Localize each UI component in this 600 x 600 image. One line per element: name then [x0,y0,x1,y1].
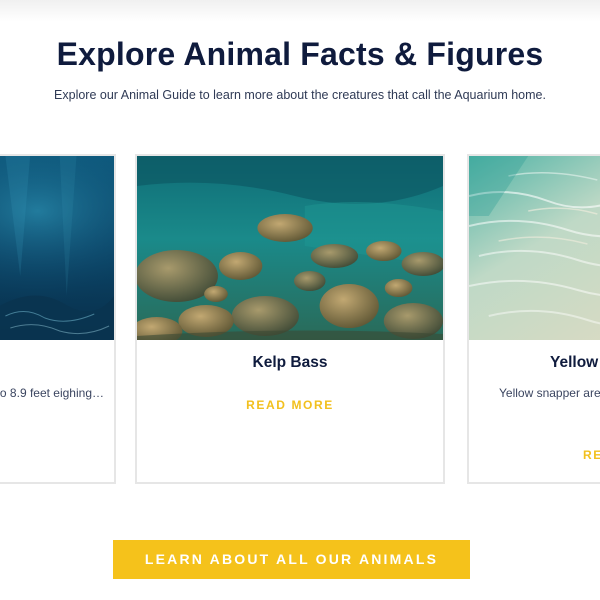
underwater-rocks-image [137,156,443,340]
learn-about-all-animals-button[interactable]: LEARN ABOUT ALL OUR ANIMALS [113,540,470,579]
header-shadow [0,0,600,22]
underwater-rocks-image [137,156,443,340]
section-title: Explore Animal Facts & Figures [56,36,544,72]
page: Explore Animal Facts & Figures Explore o… [0,0,600,600]
read-more-link[interactable]: READ MORE [137,398,443,412]
card-description: Yellow snapper are yellow stripe rur sno… [499,386,600,400]
underwater-deep-blue-image [0,156,114,340]
card-title: Yellow [550,354,599,371]
underwater-deep-blue-image [0,156,114,340]
sandy-seafloor-image [469,156,600,340]
sandy-seafloor-image [469,156,600,340]
animal-card-left[interactable]: er est of all reef- up to 8.9 feet eighi… [0,154,116,484]
card-description: est of all reef- up to 8.9 feet eighing… [0,386,104,400]
animal-card-kelp-bass[interactable]: Kelp Bass READ MORE [135,154,445,484]
read-more-link[interactable]: REA [583,448,600,462]
card-title: Kelp Bass [252,354,328,371]
section-subtitle: Explore our Animal Guide to learn more a… [54,88,546,102]
animal-card-right[interactable]: Yellow Yellow snapper are yellow stripe … [467,154,600,484]
